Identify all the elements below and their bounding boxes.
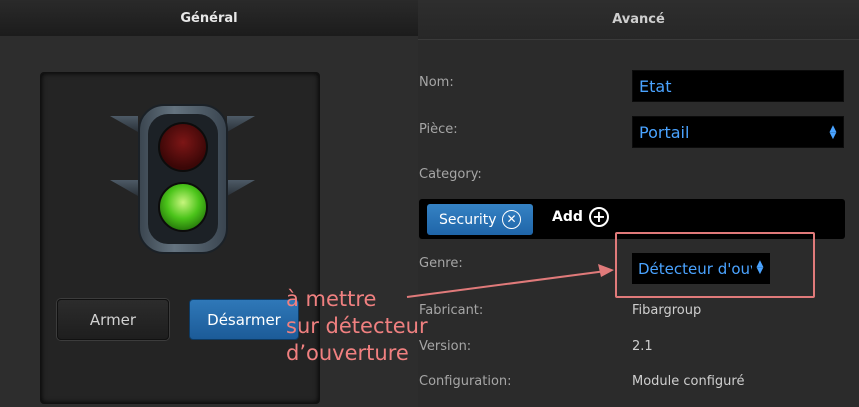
configuration-label: Configuration: <box>419 374 512 389</box>
annotation-line-3: d’ouverture <box>286 341 409 365</box>
annotation-text: à mettre sur détecteur d’ouverture <box>286 286 428 367</box>
category-chip-label: Security <box>439 211 497 228</box>
visor-shape <box>227 180 255 196</box>
visor-shape <box>110 116 138 132</box>
name-input[interactable]: Etat <box>632 70 844 102</box>
select-arrows-icon: ▲ ▼ <box>829 124 837 141</box>
genre-select-value: Détecteur d'ouverture <box>638 259 752 278</box>
tab-advanced[interactable]: Avancé <box>418 0 859 40</box>
genre-label: Genre: <box>419 256 463 271</box>
name-input-value: Etat <box>639 76 672 96</box>
manufacturer-label: Fabricant: <box>419 303 484 318</box>
annotation-line-2: sur détecteur <box>286 314 428 338</box>
configuration-value: Module configuré <box>632 374 745 389</box>
version-value: 2.1 <box>632 339 653 354</box>
genre-select[interactable]: Détecteur d'ouverture ▲▼ <box>632 253 770 284</box>
room-label: Pièce: <box>419 122 458 137</box>
manufacturer-value: Fibargroup <box>632 303 702 318</box>
green-lamp <box>158 182 208 232</box>
room-select[interactable]: Portail ▲ ▼ <box>632 116 844 148</box>
add-category-button[interactable]: Add + <box>552 207 609 227</box>
device-settings-window: Général Avancé Armer Désarmer Nom: Etat … <box>0 0 859 407</box>
name-label: Nom: <box>419 75 454 90</box>
select-arrows-icon: ▲ ▼ <box>756 259 764 276</box>
visor-shape <box>110 180 138 196</box>
annotation-line-1: à mettre <box>286 287 377 311</box>
traffic-light-icon <box>110 104 255 256</box>
red-lamp <box>158 122 208 172</box>
add-category-label: Add <box>552 209 583 225</box>
arm-button[interactable]: Armer <box>57 299 169 340</box>
category-label: Category: <box>419 167 482 182</box>
traffic-light-inner <box>148 114 218 244</box>
traffic-light-body <box>138 104 228 254</box>
disarm-button[interactable]: Désarmer <box>189 299 299 340</box>
room-select-value: Portail <box>639 122 690 142</box>
visor-shape <box>227 116 255 132</box>
category-chip-security[interactable]: Security ✕ <box>427 204 533 235</box>
remove-chip-icon[interactable]: ✕ <box>502 210 521 229</box>
tab-general[interactable]: Général <box>0 0 418 36</box>
plus-circle-icon: + <box>588 207 609 227</box>
